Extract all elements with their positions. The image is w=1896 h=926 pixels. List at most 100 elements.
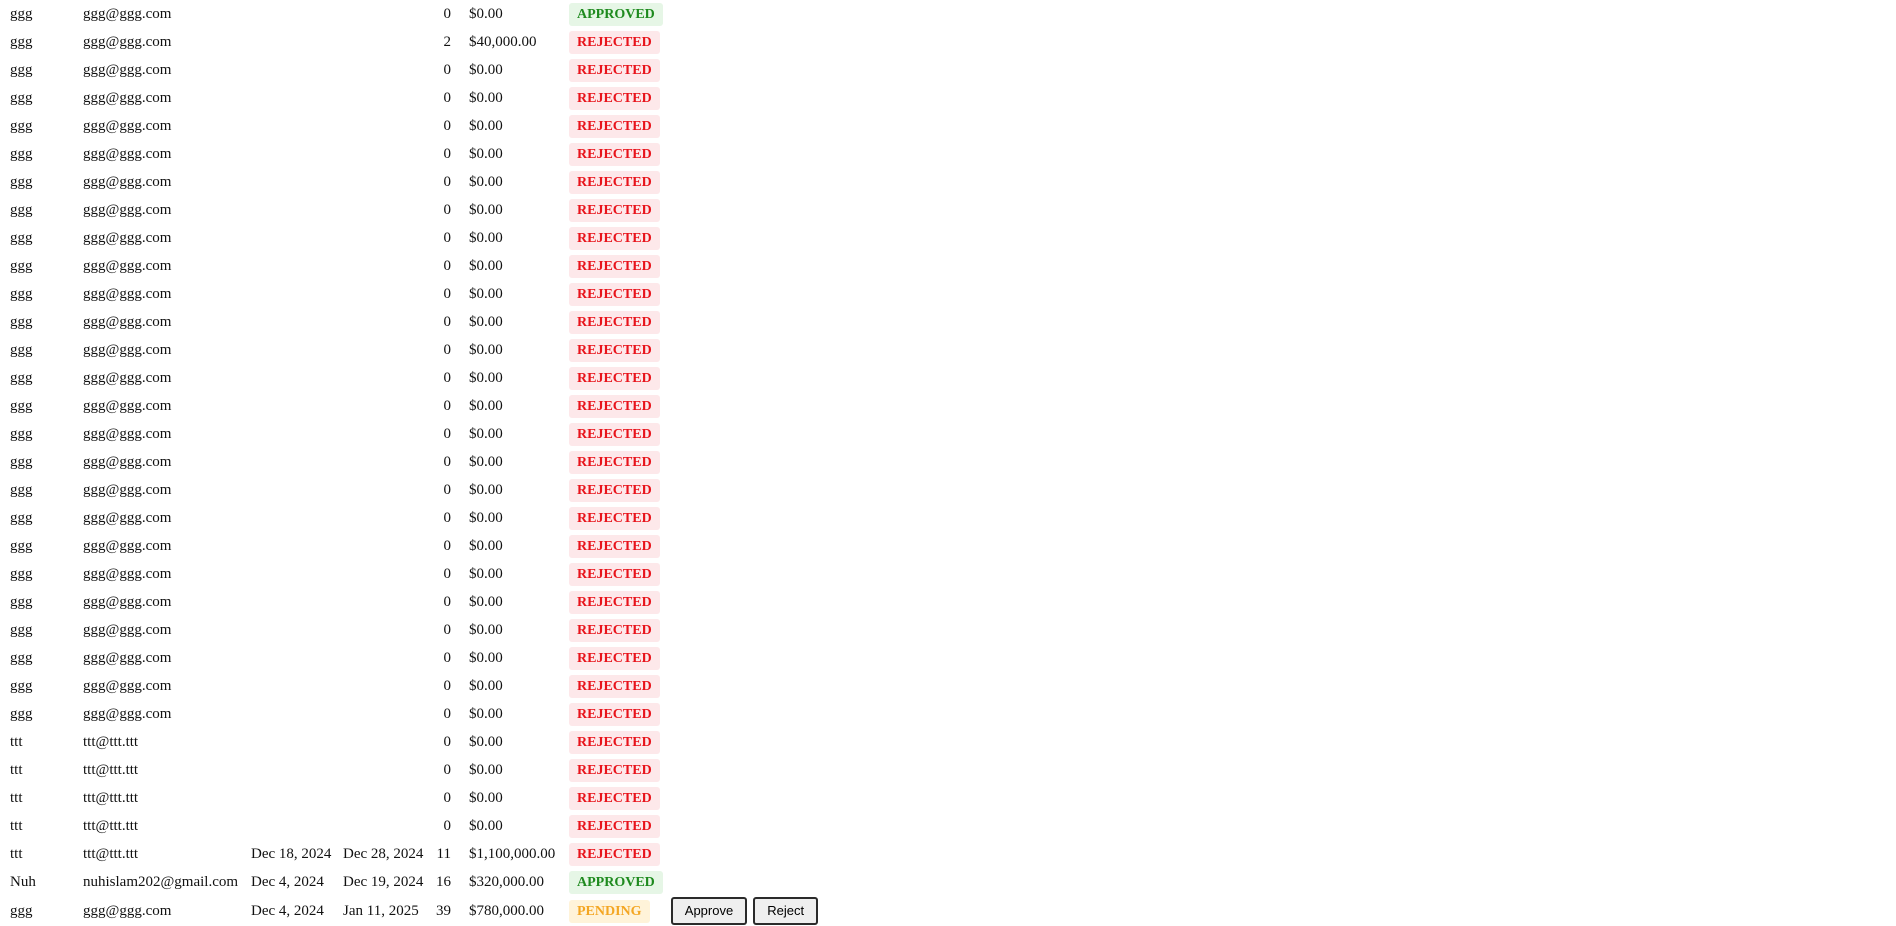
- requester-email: ggg@ggg.com: [83, 705, 172, 722]
- day-count: 0: [443, 369, 452, 386]
- requester-name: ggg: [10, 173, 33, 190]
- amount: $0.00: [469, 285, 503, 302]
- requester-name: ggg: [10, 649, 33, 666]
- requester-email: ggg@ggg.com: [83, 285, 172, 302]
- table-row: ttt ttt@ttt.ttt 0 $0.00 REJECTED: [8, 784, 826, 812]
- reject-button[interactable]: Reject: [753, 897, 819, 925]
- status-cell: REJECTED: [561, 728, 665, 756]
- start-date: [249, 756, 341, 784]
- table-row: ggg ggg@ggg.com 0 $0.00 REJECTED: [8, 308, 826, 336]
- table-row: ggg ggg@ggg.com 0 $0.00 REJECTED: [8, 448, 826, 476]
- approve-button[interactable]: Approve: [670, 897, 748, 925]
- status-badge: REJECTED: [569, 646, 660, 670]
- requester-email: ggg@ggg.com: [83, 5, 172, 22]
- start-date: [249, 224, 341, 252]
- day-count: 0: [443, 145, 452, 162]
- table-row: ggg ggg@ggg.com Dec 4, 2024 Jan 11, 2025 39 $…: [8, 896, 826, 926]
- start-date: [249, 448, 341, 476]
- requester-name: ggg: [10, 537, 33, 554]
- status-cell: REJECTED: [561, 476, 665, 504]
- status-badge: PENDING: [569, 899, 650, 923]
- requester-email: ggg@ggg.com: [83, 117, 172, 134]
- requester-email: ttt@ttt.ttt: [83, 789, 139, 806]
- end-date: [341, 504, 433, 532]
- amount: $0.00: [469, 509, 503, 526]
- requester-email: ggg@ggg.com: [83, 257, 172, 274]
- status-badge: REJECTED: [569, 338, 660, 362]
- end-date: Dec 19, 2024: [343, 873, 424, 890]
- amount: $0.00: [469, 593, 503, 610]
- end-date: [341, 812, 433, 840]
- end-date: [341, 252, 433, 280]
- amount: $40,000.00: [469, 33, 537, 50]
- status-cell: REJECTED: [561, 756, 665, 784]
- end-date: [341, 728, 433, 756]
- day-count: 0: [443, 257, 452, 274]
- requester-email: ggg@ggg.com: [83, 425, 172, 442]
- requester-email: nuhislam202@gmail.com: [83, 873, 239, 890]
- end-date: [341, 644, 433, 672]
- requests-table: ggg ggg@ggg.com 0 $0.00 APPROVED ggg ggg@ggg.c…: [8, 0, 826, 926]
- status-cell: REJECTED: [561, 644, 665, 672]
- end-date: [341, 700, 433, 728]
- status-badge: REJECTED: [569, 758, 660, 782]
- day-count: 0: [443, 761, 452, 778]
- requester-name: ggg: [10, 677, 33, 694]
- end-date: [341, 224, 433, 252]
- status-badge: REJECTED: [569, 282, 660, 306]
- amount: $0.00: [469, 145, 503, 162]
- requester-name: ggg: [10, 229, 33, 246]
- status-badge: REJECTED: [569, 30, 660, 54]
- end-date: [341, 140, 433, 168]
- start-date: Dec 4, 2024: [251, 873, 324, 890]
- status-badge: REJECTED: [569, 562, 660, 586]
- status-badge: REJECTED: [569, 618, 660, 642]
- table-row: ggg ggg@ggg.com 0 $0.00 REJECTED: [8, 280, 826, 308]
- status-cell: REJECTED: [561, 336, 665, 364]
- requester-name: ggg: [10, 285, 33, 302]
- end-date: [341, 448, 433, 476]
- table-row: ggg ggg@ggg.com 0 $0.00 REJECTED: [8, 560, 826, 588]
- requester-name: ggg: [10, 5, 33, 22]
- start-date: [249, 784, 341, 812]
- table-row: ggg ggg@ggg.com 0 $0.00 REJECTED: [8, 84, 826, 112]
- end-date: [341, 476, 433, 504]
- requester-name: ggg: [10, 453, 33, 470]
- requester-name: ggg: [10, 201, 33, 218]
- start-date: [249, 644, 341, 672]
- start-date: [249, 560, 341, 588]
- amount: $0.00: [469, 733, 503, 750]
- table-row: ggg ggg@ggg.com 0 $0.00 REJECTED: [8, 392, 826, 420]
- day-count: 0: [443, 817, 452, 834]
- requester-name: ggg: [10, 705, 33, 722]
- day-count: 0: [443, 201, 452, 218]
- end-date: [341, 196, 433, 224]
- amount: $0.00: [469, 201, 503, 218]
- requester-email: ggg@ggg.com: [83, 61, 172, 78]
- requester-email: ggg@ggg.com: [83, 397, 172, 414]
- table-row: ggg ggg@ggg.com 0 $0.00 REJECTED: [8, 532, 826, 560]
- amount: $0.00: [469, 257, 503, 274]
- table-row: ggg ggg@ggg.com 2 $40,000.00 REJECTED: [8, 28, 826, 56]
- amount: $0.00: [469, 621, 503, 638]
- start-date: Dec 4, 2024: [251, 902, 324, 919]
- end-date: [341, 280, 433, 308]
- status-cell: REJECTED: [561, 252, 665, 280]
- start-date: [249, 308, 341, 336]
- status-cell: REJECTED: [561, 784, 665, 812]
- day-count: 0: [443, 117, 452, 134]
- amount: $0.00: [469, 341, 503, 358]
- start-date: [249, 476, 341, 504]
- status-badge: REJECTED: [569, 170, 660, 194]
- end-date: [341, 420, 433, 448]
- amount: $320,000.00: [469, 873, 544, 890]
- day-count: 0: [443, 285, 452, 302]
- status-badge: REJECTED: [569, 86, 660, 110]
- status-cell: REJECTED: [561, 56, 665, 84]
- day-count: 0: [443, 649, 452, 666]
- start-date: [249, 728, 341, 756]
- requester-name: ggg: [10, 369, 33, 386]
- amount: $0.00: [469, 705, 503, 722]
- day-count: 0: [443, 677, 452, 694]
- end-date: [341, 28, 433, 56]
